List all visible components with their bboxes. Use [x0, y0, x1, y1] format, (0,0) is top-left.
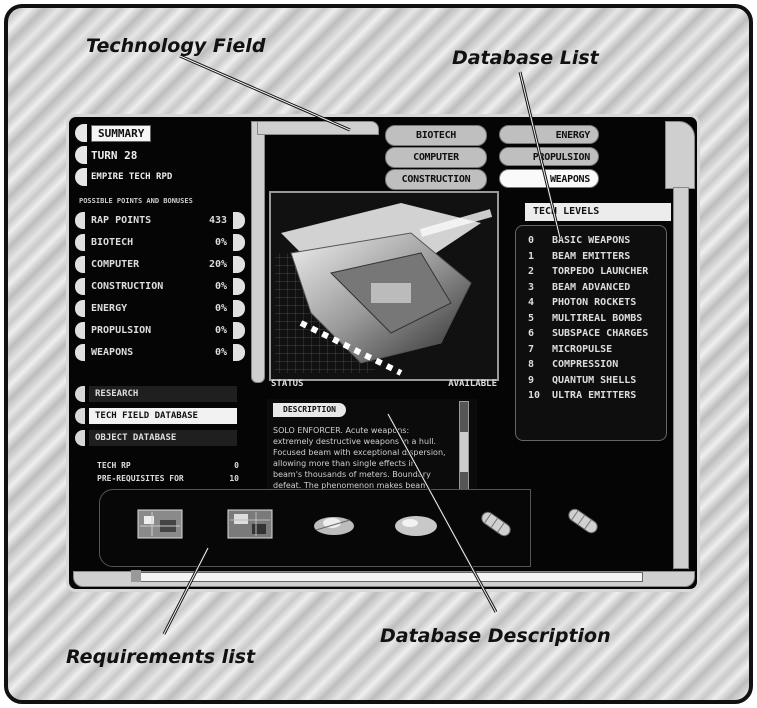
callout-leader-lines [162, 54, 562, 635]
